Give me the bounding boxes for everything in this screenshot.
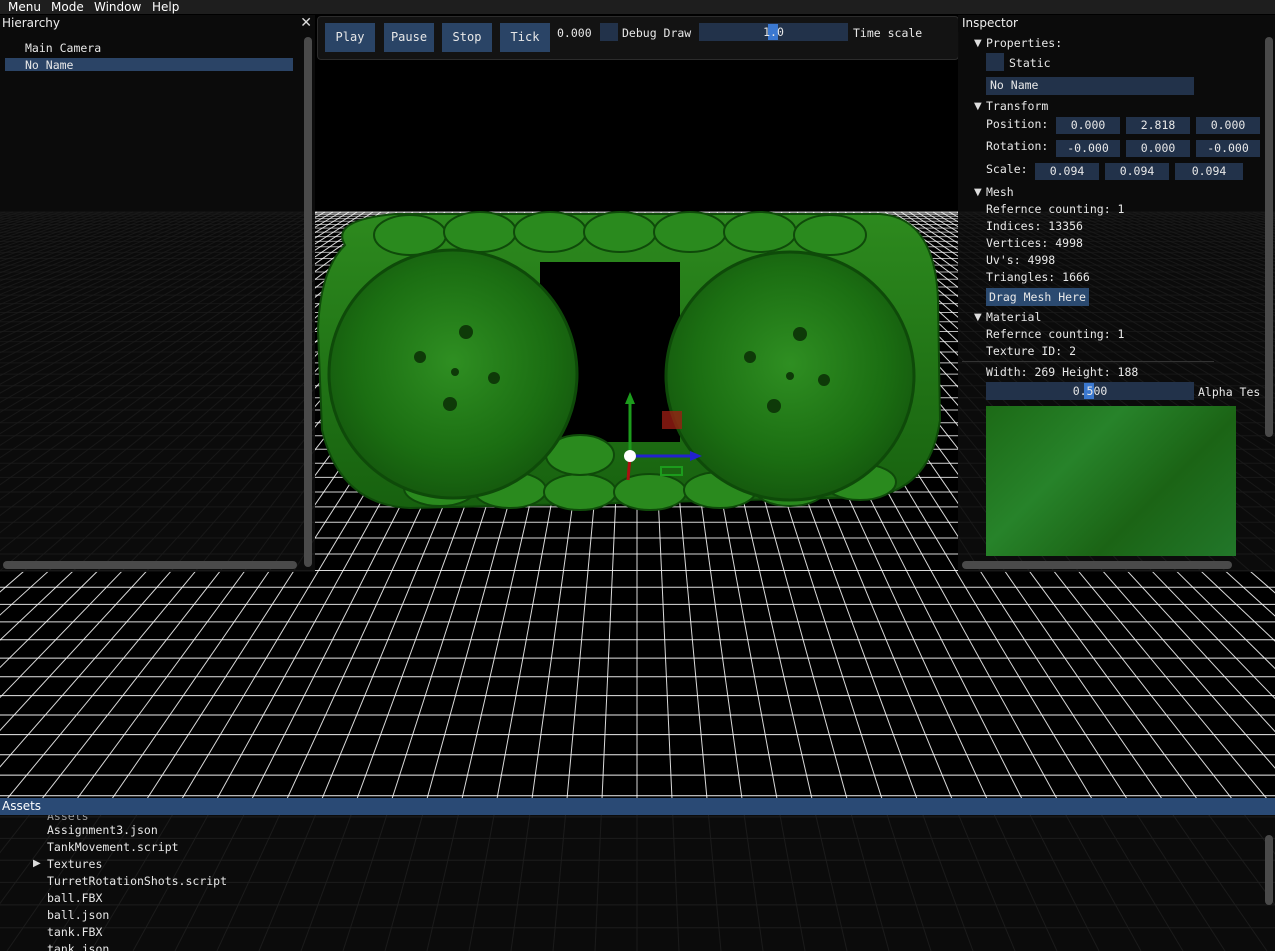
alpha-test-label: Alpha Tes: [1198, 385, 1261, 399]
triangle-right-icon[interactable]: ▶: [33, 857, 41, 871]
material-header[interactable]: Material: [986, 310, 1041, 324]
scale-x-field[interactable]: 0.094: [1035, 163, 1099, 180]
triangle-down-icon[interactable]: ▼: [974, 186, 982, 200]
mesh-vertices: Vertices: 4998: [986, 236, 1083, 250]
rotation-x-field[interactable]: -0.000: [1056, 140, 1120, 157]
texture-size: Width: 269 Height: 188: [986, 365, 1139, 379]
tick-button[interactable]: Tick: [500, 23, 550, 52]
hierarchy-vscrollbar[interactable]: [304, 37, 312, 567]
texture-preview: [986, 406, 1236, 556]
rotation-label: Rotation:: [986, 139, 1049, 153]
alpha-test-slider[interactable]: 0.500: [986, 382, 1194, 400]
inspector-title: Inspector: [962, 16, 1018, 30]
transform-header[interactable]: Transform: [986, 99, 1048, 113]
menu-item-mode[interactable]: Mode: [51, 0, 84, 14]
time-readout: 0.000: [557, 26, 592, 40]
asset-item[interactable]: tank.json: [47, 942, 109, 951]
time-scale-slider[interactable]: 1.0: [699, 23, 848, 41]
object-name-field[interactable]: No Name: [986, 77, 1194, 95]
separator: [962, 361, 1214, 362]
hierarchy-item-main-camera[interactable]: Main Camera: [25, 41, 101, 55]
asset-item[interactable]: tank.FBX: [47, 925, 102, 939]
inspector-panel: Inspector ▼ Properties: Static No Name ▼…: [958, 15, 1275, 572]
mesh-ref-count: Refernce counting: 1: [986, 202, 1125, 216]
time-scale-label: Time scale: [853, 26, 923, 40]
assets-title: Assets: [2, 799, 42, 813]
pause-button[interactable]: Pause: [384, 23, 434, 52]
position-label: Position:: [986, 117, 1049, 131]
asset-item[interactable]: ball.FBX: [47, 891, 102, 905]
alpha-test-value: 0.500: [1072, 384, 1108, 398]
triangle-down-icon[interactable]: ▼: [974, 311, 982, 325]
static-checkbox[interactable]: [986, 53, 1004, 71]
hierarchy-title-bar[interactable]: Hierarchy ✕: [0, 15, 315, 32]
menu-item-help[interactable]: Help: [152, 0, 179, 14]
play-button[interactable]: Play: [325, 23, 375, 52]
material-texture-id: Texture ID: 2: [986, 344, 1077, 358]
menu-item-menu[interactable]: Menu: [8, 0, 41, 14]
static-label: Static: [1009, 56, 1051, 70]
assets-title-bar[interactable]: Assets: [0, 798, 1275, 815]
assets-vscrollbar[interactable]: [1265, 835, 1273, 905]
hierarchy-title: Hierarchy: [2, 16, 61, 30]
inspector-vscrollbar[interactable]: [1265, 37, 1273, 437]
playback-toolbar: Play Pause Stop Tick 0.000 Debug Draw 1.…: [317, 16, 959, 60]
position-z-field[interactable]: 0.000: [1196, 117, 1260, 134]
hierarchy-item-no-name[interactable]: No Name: [25, 58, 73, 72]
scale-y-field[interactable]: 0.094: [1105, 163, 1169, 180]
menu-item-window[interactable]: Window: [94, 0, 141, 14]
asset-item[interactable]: TankMovement.script: [47, 840, 179, 854]
properties-header[interactable]: Properties:: [986, 36, 1062, 50]
debug-draw-checkbox[interactable]: [600, 23, 618, 41]
triangle-down-icon[interactable]: ▼: [974, 37, 982, 51]
asset-folder-textures[interactable]: Textures: [47, 857, 102, 871]
rotation-z-field[interactable]: -0.000: [1196, 140, 1260, 157]
mesh-indices: Indices: 13356: [986, 219, 1083, 233]
scale-label: Scale:: [986, 162, 1028, 176]
asset-item[interactable]: ball.json: [47, 908, 109, 922]
assets-clipped-header: Assets: [47, 815, 89, 823]
inspector-hscrollbar[interactable]: [962, 561, 1232, 569]
assets-panel: Assets Assignment3.json TankMovement.scr…: [0, 815, 1275, 951]
debug-draw-label: Debug Draw: [622, 26, 692, 40]
position-y-field[interactable]: 2.818: [1126, 117, 1190, 134]
mesh-triangles: Triangles: 1666: [986, 270, 1090, 284]
time-scale-value: 1.0: [763, 25, 784, 39]
menu-bar: Menu Mode Window Help: [0, 0, 1275, 14]
mesh-header[interactable]: Mesh: [986, 185, 1014, 199]
asset-item[interactable]: Assignment3.json: [47, 823, 158, 837]
stop-button[interactable]: Stop: [442, 23, 492, 52]
drag-mesh-button[interactable]: Drag Mesh Here: [986, 288, 1089, 306]
hierarchy-hscrollbar[interactable]: [3, 561, 297, 569]
mesh-uvs: Uv's: 4998: [986, 253, 1056, 267]
scale-z-field[interactable]: 0.094: [1175, 163, 1243, 180]
rotation-y-field[interactable]: 0.000: [1126, 140, 1190, 157]
asset-item[interactable]: TurretRotationShots.script: [47, 874, 227, 888]
inspector-title-bar[interactable]: Inspector: [958, 15, 1275, 32]
close-icon[interactable]: ✕: [300, 15, 312, 32]
material-ref-count: Refernce counting: 1: [986, 327, 1125, 341]
position-x-field[interactable]: 0.000: [1056, 117, 1120, 134]
hierarchy-panel: Hierarchy ✕ Main Camera No Name: [0, 15, 315, 572]
triangle-down-icon[interactable]: ▼: [974, 100, 982, 114]
